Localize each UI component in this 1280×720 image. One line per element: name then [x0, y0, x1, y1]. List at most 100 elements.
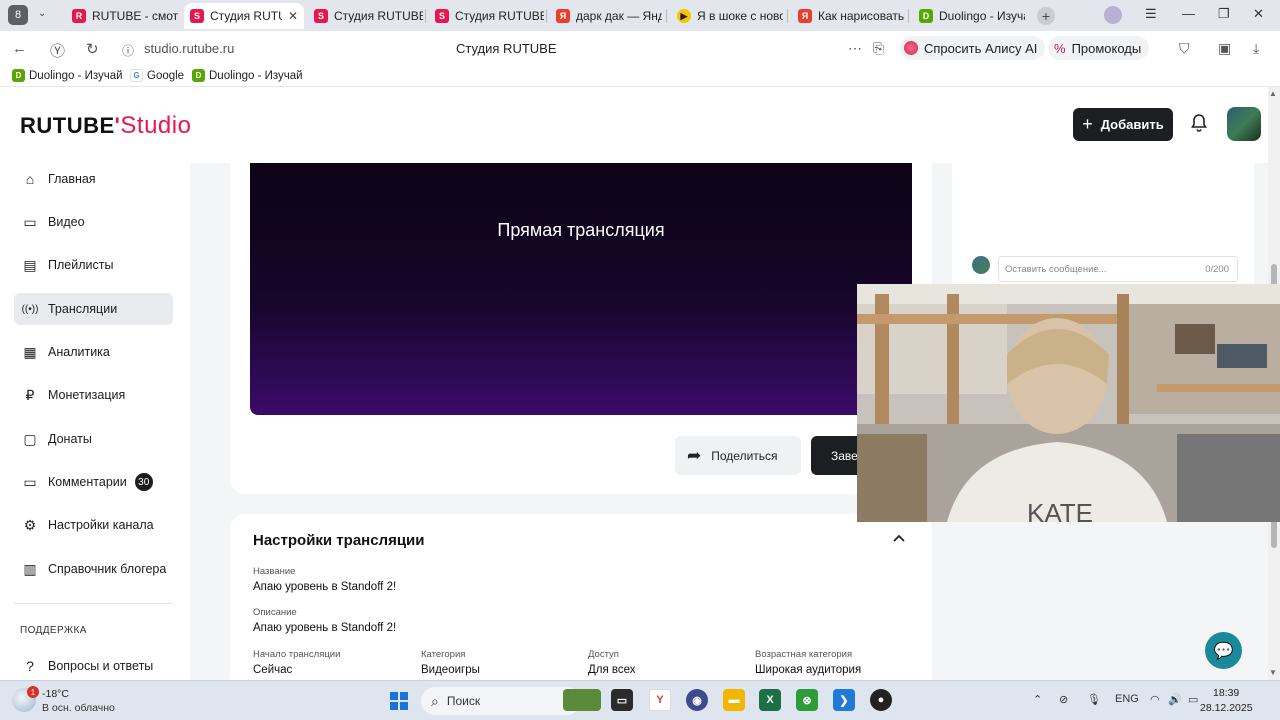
battery-icon[interactable]: ▭ — [1188, 693, 1198, 706]
language-indicator[interactable]: ENG — [1115, 693, 1139, 705]
vscode-icon[interactable]: ❯ — [833, 689, 855, 711]
sidebar-item-label: Аналитика — [48, 345, 110, 359]
duolingo-favicon-icon: D — [12, 69, 25, 82]
windows-start-icon[interactable] — [390, 692, 408, 710]
broadcast-card: Прямая трансляция ➦ Поделиться Заве — [230, 163, 932, 494]
microphone-icon[interactable]: 🎙 — [1087, 693, 1101, 706]
new-tab-plus-icon[interactable]: + — [1037, 7, 1055, 25]
chat-panel: Оставить сообщение... 0/200 — [952, 163, 1254, 293]
speaker-icon[interactable]: 🔊 — [1168, 693, 1182, 706]
taskbar-search[interactable]: ⌕ Поиск — [421, 687, 581, 715]
sidebar-item-broadcasts[interactable]: ((•)) Трансляции — [14, 293, 173, 325]
google-favicon-icon: G — [130, 69, 143, 82]
live-video-preview[interactable]: Прямая трансляция — [250, 163, 912, 415]
scroll-down-icon[interactable]: ▼ — [1269, 668, 1277, 677]
sidebar-item-blogger-guide[interactable]: ▥ Справочник блогера — [14, 553, 173, 585]
tab-label: Студия RUTUBE — [334, 9, 423, 23]
sidebar-item-channel-settings[interactable]: ⚙ Настройки канала — [14, 509, 173, 541]
sidebar-item-video[interactable]: ▭ Видео — [14, 206, 173, 238]
share-button[interactable]: ➦ Поделиться — [675, 436, 801, 475]
broadcast-settings-card: Настройки трансляции Название Апаю урове… — [230, 514, 932, 680]
sidebar-item-comments[interactable]: ▭ Комментарии 30 — [14, 466, 173, 498]
weather-badge: 1 — [27, 686, 39, 698]
promocodes-button[interactable]: % Промокоды — [1048, 36, 1150, 60]
yandex-browser-icon[interactable]: Y — [649, 689, 671, 711]
page-title: Студия RUTUBE — [456, 41, 557, 56]
sidebar-item-monetization[interactable]: ₽ Монетизация — [14, 379, 173, 411]
access-value: Для всех — [588, 664, 636, 676]
tray-chevron-icon[interactable]: ⌃ — [1033, 693, 1042, 706]
avatar[interactable] — [1227, 107, 1261, 141]
download-icon[interactable]: ⤓ — [1253, 40, 1259, 57]
name-label: Название — [253, 566, 296, 577]
browser-tab[interactable]: ▶ Я в шоке с новой — [671, 3, 783, 29]
clock-date[interactable]: 28.12.2025 — [1200, 702, 1253, 714]
sidebar-item-analytics[interactable]: ▦ Аналитика — [14, 336, 173, 368]
tab-close-icon[interactable]: ✕ — [288, 9, 298, 23]
more-dots-icon[interactable]: ⋯ — [848, 40, 862, 57]
weather-temperature[interactable]: -18°C — [42, 688, 69, 700]
sidebar-item-playlists[interactable]: ▤ Плейлисты — [14, 249, 173, 281]
browser-tab[interactable]: S Студия RUTUBE — [308, 3, 423, 29]
tab-list-chevron-icon[interactable]: ⌄ — [38, 8, 46, 19]
add-button[interactable]: + Добавить — [1073, 108, 1173, 141]
browser-tab-active[interactable]: S Студия RUTUBE ✕ — [184, 3, 304, 29]
bookmark-icon[interactable]: ⎘ — [873, 40, 884, 57]
xbox-icon[interactable]: ⊗ — [796, 689, 818, 711]
network-off-icon[interactable]: ⊘ — [1059, 693, 1068, 706]
site-info-icon[interactable]: ⓘ — [122, 42, 134, 59]
share-arrow-icon: ➦ — [687, 445, 702, 465]
restore-icon[interactable]: ❐ — [1218, 6, 1230, 22]
rutube-studio-logo[interactable]: RUTUBE'Studio — [20, 112, 191, 140]
plus-icon: + — [1082, 114, 1093, 134]
settings-title: Настройки трансляции — [253, 532, 425, 549]
scroll-up-icon[interactable]: ▲ — [1269, 89, 1277, 98]
task-view-icon[interactable]: ▭ — [611, 689, 633, 711]
file-explorer-icon[interactable]: ▬ — [723, 689, 745, 711]
extensions-icon[interactable]: ⛉ — [1179, 40, 1190, 57]
tab-label: дарк дак — Янд — [576, 9, 662, 23]
bookmark-item[interactable]: D Duolingo - Изучай — [192, 69, 303, 82]
excel-icon[interactable]: X — [759, 689, 781, 711]
tab-counter[interactable]: 8 — [8, 5, 28, 25]
menu-icon[interactable]: ☰ — [1145, 6, 1157, 22]
sidebar-item-faq[interactable]: ? Вопросы и ответы — [14, 650, 173, 680]
studio-header: RUTUBE'Studio + Добавить — [0, 87, 1268, 163]
obs-icon[interactable]: ● — [870, 689, 892, 711]
browser-tab[interactable]: S Студия RUTUBE — [429, 3, 544, 29]
bookmark-item[interactable]: D Duolingo - Изучай — [12, 69, 123, 82]
news-widget-icon[interactable] — [563, 689, 601, 711]
profile-icon[interactable] — [1104, 6, 1122, 24]
back-arrow-icon[interactable]: ← — [12, 40, 27, 57]
weather-description[interactable]: В осн. облачно — [42, 702, 115, 714]
ask-alice-label: Спросить Алису AI — [924, 40, 1038, 56]
clock-time[interactable]: 18:39 — [1213, 687, 1239, 699]
wifi-icon[interactable]: ◠ — [1150, 693, 1160, 706]
screenshot-icon[interactable]: ▣ — [1218, 40, 1231, 57]
browser-tab[interactable]: Я дарк дак — Янд — [550, 3, 662, 29]
bookmark-item[interactable]: G Google — [130, 69, 184, 82]
sidebar-item-label: Вопросы и ответы — [48, 659, 154, 673]
playlist-icon: ▤ — [23, 256, 37, 273]
start-value: Сейчас — [253, 664, 293, 676]
browser-tab[interactable]: R RUTUBE - смотр — [66, 3, 178, 29]
browser-tab[interactable]: Я Как нарисовать — [792, 3, 904, 29]
bell-icon[interactable] — [1190, 113, 1208, 138]
support-chat-button[interactable]: 💬 — [1205, 632, 1242, 669]
start-label: Начало трансляции — [253, 649, 341, 660]
promocodes-label: Промокоды — [1071, 40, 1142, 56]
sidebar-item-home[interactable]: ⌂ Главная — [14, 163, 173, 195]
ask-alice-button[interactable]: Спросить Алису AI — [900, 36, 1046, 60]
chat-message-input[interactable]: Оставить сообщение... 0/200 — [998, 256, 1238, 282]
chevron-up-icon[interactable] — [892, 531, 906, 546]
close-window-icon[interactable]: ✕ — [1253, 6, 1264, 22]
url-field[interactable]: studio.rutube.ru — [144, 41, 234, 56]
browser-tab-strip: 8 ⌄ R RUTUBE - смотр S Студия RUTUBE ✕ S… — [0, 0, 1280, 31]
video-title: Прямая трансляция — [497, 220, 665, 240]
reload-icon[interactable]: ↻ — [86, 40, 99, 58]
browser-tab[interactable]: D Duolingo - Изуча — [913, 3, 1025, 29]
vpn-icon[interactable]: ◉ — [686, 689, 708, 711]
sidebar-item-donations[interactable]: ▢ Донаты — [14, 423, 173, 455]
minimize-icon[interactable]: — — [1182, 6, 1195, 21]
yandex-home-icon[interactable]: Ⓨ — [50, 40, 65, 61]
